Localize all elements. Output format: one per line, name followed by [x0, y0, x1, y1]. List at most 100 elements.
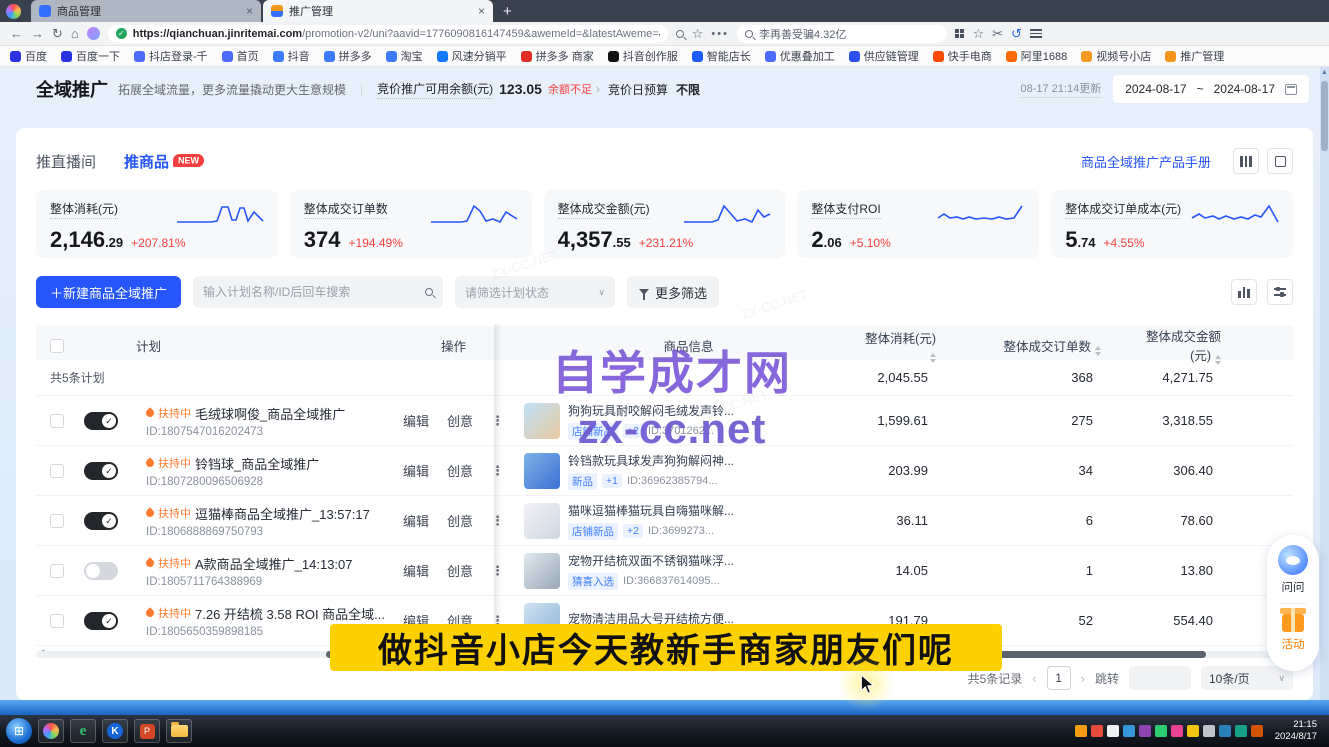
- column-settings-button[interactable]: [1233, 148, 1259, 174]
- collect-star-icon[interactable]: ☆: [972, 27, 984, 40]
- row-toggle[interactable]: [84, 462, 118, 480]
- more-actions-icon[interactable]: ⋮: [491, 563, 504, 579]
- plan-search-input[interactable]: [203, 285, 393, 299]
- back-icon[interactable]: ←: [10, 27, 23, 40]
- more-actions-icon[interactable]: ⋮: [491, 463, 504, 479]
- browser-menu-icon[interactable]: [1030, 29, 1042, 38]
- taskbar-ie-icon[interactable]: e: [70, 719, 96, 743]
- taskbar-office-icon[interactable]: P: [134, 719, 160, 743]
- bookmark-item[interactable]: 快手电商: [933, 48, 992, 64]
- plan-name[interactable]: 7.26 开结梳 3.58 ROI 商品全域...: [195, 604, 385, 623]
- row-checkbox[interactable]: [50, 614, 64, 628]
- browser-logo-icon[interactable]: [6, 4, 21, 19]
- bookmark-item[interactable]: 抖音: [273, 48, 310, 64]
- url-field[interactable]: ✓ https://qianchuan.jinritemai.com/promo…: [108, 25, 668, 43]
- bookmark-item[interactable]: 风速分销平: [437, 48, 507, 64]
- tray-icon[interactable]: [1107, 725, 1119, 737]
- bookmark-item[interactable]: 拼多多: [324, 48, 372, 64]
- more-actions-icon[interactable]: ⋮: [491, 513, 504, 529]
- assistant-mascot-icon[interactable]: [1278, 545, 1308, 575]
- tab-product[interactable]: 推商品NEW: [124, 151, 204, 172]
- edit-link[interactable]: 编辑: [403, 461, 429, 480]
- refresh-icon[interactable]: ↻: [52, 27, 63, 40]
- zoom-search-icon[interactable]: [676, 30, 684, 38]
- page-number[interactable]: 1: [1047, 666, 1071, 690]
- product-title[interactable]: 猫咪逗猫棒猫玩具自嗨猫咪解...: [568, 502, 734, 519]
- bookmark-item[interactable]: 优惠叠加工: [765, 48, 835, 64]
- tab-live-room[interactable]: 推直播间: [36, 151, 96, 172]
- forward-icon[interactable]: →: [31, 27, 44, 40]
- bookmark-item[interactable]: 抖店登录-千: [134, 48, 208, 64]
- taskbar-k-app-icon[interactable]: K: [102, 719, 128, 743]
- scroll-up-icon[interactable]: ▲: [1320, 69, 1329, 76]
- bookmark-item[interactable]: 百度一下: [61, 48, 120, 64]
- sort-icon[interactable]: [1095, 346, 1101, 356]
- tray-icon[interactable]: [1075, 725, 1087, 737]
- row-toggle[interactable]: [84, 612, 118, 630]
- product-title[interactable]: 狗狗玩具耐咬解闷毛绒发声铃...: [568, 402, 734, 419]
- edit-link[interactable]: 编辑: [403, 561, 429, 580]
- plan-name[interactable]: 铃铛球_商品全域推广: [195, 454, 319, 473]
- bookmark-item[interactable]: 视频号小店: [1081, 48, 1151, 64]
- header-orders[interactable]: 整体成交订单数: [976, 336, 1141, 356]
- row-checkbox[interactable]: [50, 514, 64, 528]
- browser-search-box[interactable]: [737, 25, 947, 43]
- extension-icon[interactable]: [87, 27, 100, 40]
- row-checkbox[interactable]: [50, 464, 64, 478]
- vertical-scrollbar[interactable]: ▲: [1320, 67, 1329, 700]
- product-title[interactable]: 铃铛款玩具球发声狗狗解闷神...: [568, 452, 734, 469]
- bookmark-item[interactable]: 供应链管理: [849, 48, 919, 64]
- tray-icon[interactable]: [1187, 725, 1199, 737]
- creative-link[interactable]: 创意: [447, 411, 473, 430]
- scrollbar-thumb[interactable]: [1321, 81, 1328, 151]
- creative-link[interactable]: 创意: [447, 561, 473, 580]
- creative-link[interactable]: 创意: [447, 511, 473, 530]
- select-all-checkbox[interactable]: [50, 339, 64, 353]
- home-icon[interactable]: ⌂: [71, 27, 79, 40]
- tab-close-icon[interactable]: ×: [478, 5, 485, 17]
- row-toggle[interactable]: [84, 412, 118, 430]
- undo-icon[interactable]: ↺: [1011, 27, 1022, 40]
- browser-tab-promotion[interactable]: 推广管理 ×: [263, 0, 493, 22]
- bookmark-item[interactable]: 拼多多 商家: [521, 48, 594, 64]
- bookmark-item[interactable]: 推广管理: [1165, 48, 1224, 64]
- tray-icon[interactable]: [1171, 725, 1183, 737]
- edit-link[interactable]: 编辑: [403, 511, 429, 530]
- tray-icon[interactable]: [1235, 725, 1247, 737]
- manual-link[interactable]: 商品全域推广产品手册: [1081, 152, 1211, 171]
- tray-icon[interactable]: [1219, 725, 1231, 737]
- jump-page-input[interactable]: [1129, 666, 1191, 690]
- page-size-select[interactable]: 10条/页∨: [1201, 666, 1293, 690]
- tab-close-icon[interactable]: ×: [246, 5, 253, 17]
- tray-icon[interactable]: [1123, 725, 1135, 737]
- row-checkbox[interactable]: [50, 564, 64, 578]
- next-page-icon[interactable]: ›: [1081, 671, 1085, 686]
- gift-icon[interactable]: [1282, 614, 1304, 632]
- fullscreen-button[interactable]: [1267, 148, 1293, 174]
- creative-link[interactable]: 创意: [447, 461, 473, 480]
- row-toggle[interactable]: [84, 512, 118, 530]
- bookmark-item[interactable]: 百度: [10, 48, 47, 64]
- more-filters-button[interactable]: 更多筛选: [627, 276, 719, 308]
- chart-view-button[interactable]: [1231, 279, 1257, 305]
- tray-icon[interactable]: [1251, 725, 1263, 737]
- tray-icon[interactable]: [1139, 725, 1151, 737]
- date-range-picker[interactable]: 2024-08-17 ~ 2024-08-17: [1113, 75, 1309, 103]
- new-tab-button[interactable]: +: [503, 3, 512, 20]
- create-campaign-button[interactable]: ＋新建商品全域推广: [36, 276, 181, 308]
- favorite-star-icon[interactable]: ☆: [692, 27, 704, 40]
- sort-icon[interactable]: [1215, 355, 1221, 365]
- plan-search-box[interactable]: [193, 276, 443, 308]
- ask-button[interactable]: 问问: [1282, 579, 1305, 595]
- row-checkbox[interactable]: [50, 414, 64, 428]
- plan-name[interactable]: 毛绒球啊俊_商品全域推广: [195, 404, 345, 423]
- bookmark-item[interactable]: 智能店长: [692, 48, 751, 64]
- bookmark-item[interactable]: 首页: [222, 48, 259, 64]
- more-actions-icon[interactable]: ⋮: [491, 413, 504, 429]
- start-button[interactable]: ⊞: [6, 718, 32, 744]
- row-toggle[interactable]: [84, 562, 118, 580]
- taskbar-folder-icon[interactable]: [166, 719, 192, 743]
- status-filter-select[interactable]: 请筛选计划状态 ∨: [455, 276, 615, 308]
- browser-search-input[interactable]: [759, 28, 919, 40]
- header-amount[interactable]: 整体成交金额(元): [1141, 326, 1293, 365]
